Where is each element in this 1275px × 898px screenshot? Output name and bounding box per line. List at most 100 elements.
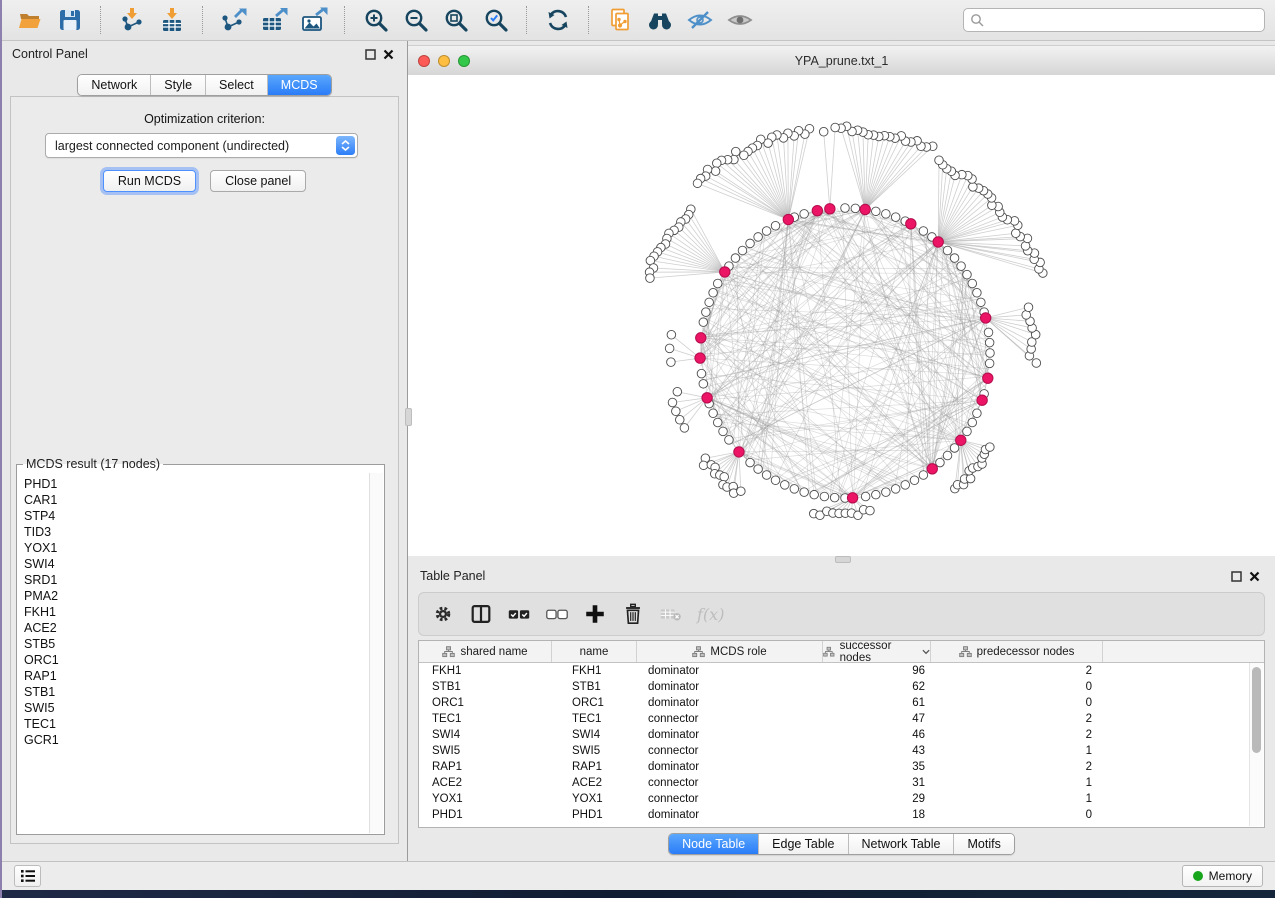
graph-node[interactable]	[712, 159, 721, 168]
graph-node[interactable]	[697, 369, 706, 378]
graph-hub-node[interactable]	[825, 204, 835, 214]
mcds-result-item[interactable]: GCR1	[24, 732, 369, 748]
graph-node[interactable]	[968, 279, 977, 288]
graph-node[interactable]	[709, 409, 718, 418]
mcds-result-item[interactable]: TID3	[24, 524, 369, 540]
import-network-button[interactable]	[114, 4, 150, 36]
mcds-result-item[interactable]: ACE2	[24, 620, 369, 636]
import-table-button[interactable]	[154, 4, 190, 36]
run-mcds-button[interactable]: Run MCDS	[103, 170, 196, 192]
graph-node[interactable]	[968, 418, 977, 427]
graph-hub-node[interactable]	[956, 435, 966, 445]
mcds-result-item[interactable]: SWI5	[24, 700, 369, 716]
table-row-yox1[interactable]: YOX1YOX1connector291	[419, 791, 1264, 807]
mcds-result-item[interactable]: PHD1	[24, 476, 369, 492]
table-row-fkh1[interactable]: FKH1FKH1dominator962	[419, 663, 1264, 679]
graph-node[interactable]	[675, 415, 684, 424]
graph-node[interactable]	[800, 210, 809, 219]
show-all-button[interactable]	[722, 4, 758, 36]
graph-node[interactable]	[725, 436, 734, 445]
graph-node[interactable]	[985, 338, 994, 347]
optimization-criterion-select[interactable]: largest connected component (undirected)	[45, 133, 358, 158]
graph-node[interactable]	[891, 213, 900, 222]
graph-hub-node[interactable]	[860, 204, 870, 214]
graph-node[interactable]	[831, 123, 840, 132]
graph-node[interactable]	[851, 204, 860, 213]
table-row-tec1[interactable]: TEC1TEC1connector472	[419, 711, 1264, 727]
float-panel-button[interactable]	[361, 46, 379, 62]
graph-node[interactable]	[746, 458, 755, 467]
tab-style[interactable]: Style	[151, 75, 206, 95]
graph-node[interactable]	[1032, 359, 1041, 368]
table-row-orc1[interactable]: ORC1ORC1dominator610	[419, 695, 1264, 711]
graph-node[interactable]	[672, 407, 681, 416]
export-table-button[interactable]	[256, 4, 292, 36]
graph-node[interactable]	[919, 227, 928, 236]
table-row-stb1[interactable]: STB1STB1dominator620	[419, 679, 1264, 695]
graph-node[interactable]	[705, 298, 714, 307]
tab-edge-table[interactable]: Edge Table	[759, 834, 848, 854]
mcds-result-item[interactable]: STP4	[24, 508, 369, 524]
graph-node[interactable]	[1024, 303, 1033, 312]
graph-node[interactable]	[872, 207, 881, 216]
hide-selected-button[interactable]	[682, 4, 718, 36]
network-canvas[interactable]	[408, 75, 1275, 556]
apply-layout-button[interactable]	[540, 4, 576, 36]
graph-node[interactable]	[891, 485, 900, 494]
graph-node[interactable]	[861, 492, 870, 501]
graph-hub-node[interactable]	[983, 373, 993, 383]
graph-node[interactable]	[1011, 229, 1020, 238]
search-input[interactable]	[988, 12, 1258, 28]
select-all-columns-button[interactable]	[503, 599, 535, 629]
column-header-successor-nodes[interactable]: successor nodes	[823, 641, 931, 662]
delete-columns-button[interactable]	[617, 599, 649, 629]
graph-hub-node[interactable]	[812, 205, 822, 215]
column-header-name[interactable]: name	[552, 641, 637, 662]
zoom-selected-button[interactable]	[478, 4, 514, 36]
graph-node[interactable]	[711, 167, 720, 176]
mcds-result-item[interactable]: YOX1	[24, 540, 369, 556]
zoom-fit-button[interactable]	[438, 4, 474, 36]
tab-select[interactable]: Select	[206, 75, 268, 95]
graph-node[interactable]	[762, 227, 771, 236]
float-table-panel-button[interactable]	[1227, 568, 1245, 584]
graph-hub-node[interactable]	[695, 353, 705, 363]
close-table-panel-button[interactable]	[1245, 568, 1263, 584]
zoom-out-button[interactable]	[398, 4, 434, 36]
close-panel-button[interactable]	[379, 46, 397, 62]
tab-node-table[interactable]: Node Table	[669, 834, 759, 854]
mcds-result-item[interactable]: ORC1	[24, 652, 369, 668]
table-scrollbar-thumb[interactable]	[1252, 667, 1261, 753]
graph-node[interactable]	[737, 487, 746, 496]
graph-node[interactable]	[720, 473, 729, 482]
graph-node[interactable]	[882, 488, 891, 497]
graph-hub-node[interactable]	[980, 313, 990, 323]
graph-node[interactable]	[693, 179, 702, 188]
graph-node[interactable]	[950, 254, 959, 263]
mcds-result-item[interactable]: RAP1	[24, 668, 369, 684]
table-scrollbar[interactable]	[1249, 663, 1263, 826]
mcds-result-item[interactable]: TEC1	[24, 716, 369, 732]
result-list-scrollbar[interactable]	[369, 473, 383, 833]
table-row-swi5[interactable]: SWI5SWI5connector431	[419, 743, 1264, 759]
graph-hub-node[interactable]	[906, 219, 916, 229]
graph-node[interactable]	[646, 274, 655, 283]
graph-hub-node[interactable]	[720, 267, 730, 277]
graph-node[interactable]	[668, 398, 677, 407]
graph-hub-node[interactable]	[783, 214, 793, 224]
graph-node[interactable]	[740, 151, 749, 160]
graph-node[interactable]	[771, 221, 780, 230]
graph-node[interactable]	[709, 288, 718, 297]
graph-node[interactable]	[985, 359, 994, 368]
delete-table-button[interactable]	[655, 599, 687, 629]
graph-node[interactable]	[830, 493, 839, 502]
horizontal-splitter-handle[interactable]	[835, 556, 851, 563]
deselect-all-columns-button[interactable]	[541, 599, 573, 629]
graph-node[interactable]	[746, 239, 755, 248]
graph-node[interactable]	[800, 488, 809, 497]
create-column-button[interactable]	[579, 599, 611, 629]
graph-node[interactable]	[713, 279, 722, 288]
graph-node[interactable]	[702, 308, 711, 317]
graph-node[interactable]	[820, 492, 829, 501]
table-row-swi4[interactable]: SWI4SWI4dominator462	[419, 727, 1264, 743]
